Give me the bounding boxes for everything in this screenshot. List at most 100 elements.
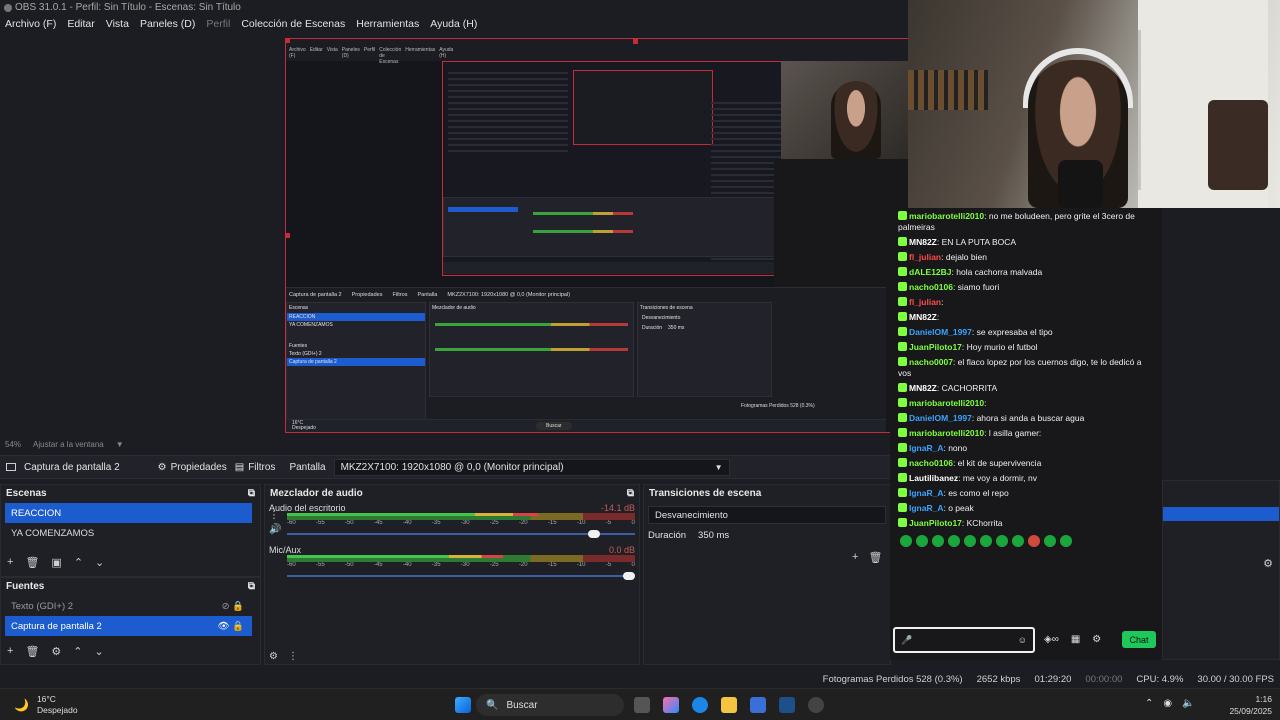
preview-canvas[interactable]: Archivo (F) Editar Vista Paneles (D) Per… [285,38,910,433]
move-up-icon[interactable]: ⌃ [73,645,82,658]
eye-icon[interactable]: 👁 🔒 [217,621,244,632]
menu-scene-collection[interactable]: Colección de Escenas [241,18,345,30]
menu-file[interactable]: Archivo (F) [5,18,56,30]
audio-settings-icon[interactable]: ⚙ [269,651,278,662]
wifi-icon[interactable]: ◉ [1163,698,1172,709]
menu-help[interactable]: Ayuda (H) [430,18,477,30]
chat-username[interactable]: IgnaR_A [909,443,943,453]
scene-item-reaccion[interactable]: REACCION [5,503,252,523]
chat-username[interactable]: mariobarotelli2010 [909,398,984,408]
kebab-icon[interactable]: ⋮ [269,509,281,523]
source-item-text[interactable]: Texto (GDI+) 2 ⊘ 🔒 [5,596,252,616]
eye-hidden-icon[interactable]: ⊘ 🔒 [222,601,244,612]
zoom-percent[interactable]: 54% [5,440,21,449]
menu-view[interactable]: Vista [106,18,129,30]
chevron-down-icon[interactable]: ▼ [116,440,124,449]
speaker-icon[interactable]: 🔊 [269,523,281,537]
gear-icon[interactable]: ⚙ [1263,557,1273,570]
settings-icon[interactable]: ⚙ [1092,634,1101,645]
chat-username[interactable]: mariobarotelli2010 [909,428,984,438]
emote-icon[interactable] [1044,535,1056,547]
volume-icon[interactable]: 🔈 [1182,698,1194,709]
undock-icon[interactable]: ⧉ [627,488,634,499]
chat-username[interactable]: JuanPiloto17 [909,342,962,352]
emote-icon[interactable] [1028,535,1040,547]
chevron-up-icon[interactable]: ⌃ [1145,698,1153,709]
add-icon[interactable]: + [852,551,858,564]
file-explorer-icon[interactable] [721,697,737,713]
bits-icon[interactable]: ◈∞ [1044,634,1059,645]
menu-tools[interactable]: Herramientas [356,18,419,30]
chat-username[interactable]: fl_julian [909,252,941,262]
duration-value[interactable]: 350 ms [698,530,729,541]
chat-username[interactable]: MN82Z [909,383,937,393]
trash-icon[interactable]: 🗑 [25,556,39,569]
zoom-fit[interactable]: Ajustar a la ventana [33,440,104,449]
emote-icon[interactable] [980,535,992,547]
emote-icon[interactable] [916,535,928,547]
emote-icon[interactable] [1060,535,1072,547]
chat-username[interactable]: nacho0007 [909,357,953,367]
trash-icon[interactable]: 🗑 [25,645,39,658]
chat-username[interactable]: MN82Z [909,237,937,247]
transition-select[interactable]: Desvanecimiento [648,506,886,524]
move-down-icon[interactable]: ⌄ [95,556,104,569]
chat-username[interactable]: nacho0106 [909,458,953,468]
volume-slider[interactable] [287,529,635,539]
clock[interactable]: 1:16 25/09/2025 [1226,693,1272,717]
emote-icon[interactable] [900,535,912,547]
task-view-icon[interactable] [634,697,650,713]
filters-button[interactable]: ▤ Filtros [235,462,276,473]
chat-username[interactable]: dALE12BJ [909,267,952,277]
menu-edit[interactable]: Editar [67,18,94,30]
volume-slider[interactable] [287,571,635,581]
edge-icon[interactable] [692,697,708,713]
chat-username[interactable]: DanielOM_1997 [909,413,972,423]
start-icon[interactable] [455,697,471,713]
source-item-capture[interactable]: Captura de pantalla 2 👁 🔒 [5,616,252,636]
chat-username[interactable]: DanielOM_1997 [909,327,972,337]
menu-profile[interactable]: Perfil [206,18,230,30]
copilot-icon[interactable] [663,697,679,713]
steam-icon[interactable] [779,697,795,713]
undock-icon[interactable]: ⧉ [248,488,255,499]
properties-button[interactable]: ⚙ Propiedades [158,462,227,473]
weather-icon[interactable]: 🌙 [14,698,29,712]
chat-username[interactable]: Lautilibanez [909,473,958,483]
kebab-icon[interactable]: ⋮ [288,651,298,662]
chat-username[interactable]: mariobarotelli2010 [909,211,984,221]
store-icon[interactable] [750,697,766,713]
chat-username[interactable]: MN82Z [909,312,937,322]
chat-input[interactable]: 🎤 ☺ [893,627,1035,653]
chat-username[interactable]: IgnaR_A [909,488,943,498]
selected-row[interactable] [1163,507,1279,521]
scene-filter-icon[interactable]: ▣ [51,556,61,569]
chat-username[interactable]: fl_julian [909,297,941,307]
monitor-select[interactable]: MKZ2X7100: 1920x1080 @ 0,0 (Monitor prin… [333,458,730,476]
undock-icon[interactable]: ⧉ [248,581,255,592]
volume-slider-knob[interactable] [623,572,635,580]
trash-icon[interactable]: 🗑 [868,551,882,564]
move-up-icon[interactable]: ⌃ [74,556,83,569]
emote-icon[interactable] [948,535,960,547]
obs-icon[interactable] [808,697,824,713]
move-down-icon[interactable]: ⌄ [95,645,104,658]
chat-username[interactable]: JuanPiloto17 [909,518,962,528]
gift-icon[interactable]: ▦ [1071,634,1080,645]
emoji-icon[interactable]: ☺ [1018,635,1027,645]
emote-icon[interactable] [996,535,1008,547]
chat-username[interactable]: IgnaR_A [909,503,943,513]
chat-send-button[interactable]: Chat [1122,631,1156,648]
menu-docks[interactable]: Paneles (D) [140,18,195,30]
add-icon[interactable]: + [7,645,13,657]
gear-icon[interactable]: ⚙ [51,645,61,658]
emote-icon[interactable] [1012,535,1024,547]
scene-item-ya-comenzamos[interactable]: YA COMENZAMOS [5,523,252,543]
add-icon[interactable]: + [7,556,13,568]
emote-icon[interactable] [964,535,976,547]
volume-slider-knob[interactable] [588,530,601,538]
emote-icon[interactable] [932,535,944,547]
chat-username[interactable]: nacho0106 [909,282,953,292]
microphone-icon[interactable]: 🎤 [901,635,912,646]
taskbar-search[interactable]: 🔍 Buscar [476,694,624,716]
